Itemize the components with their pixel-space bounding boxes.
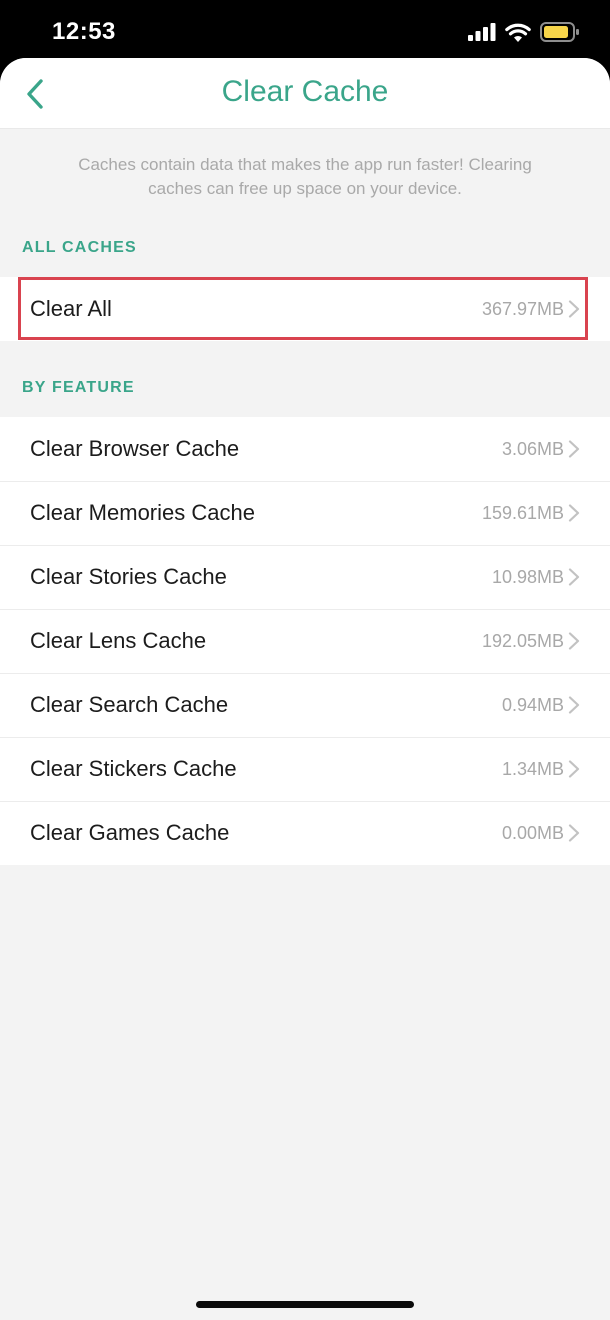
row-size: 10.98MB [491, 566, 564, 587]
row-label: Clear All [30, 296, 112, 321]
clear-games-cache-row[interactable]: Clear Games Cache 0.00MB [0, 801, 610, 865]
home-indicator [196, 1301, 414, 1308]
row-label: Clear Stickers Cache [30, 756, 237, 781]
chevron-right-icon [568, 504, 580, 522]
chevron-right-icon [568, 440, 580, 458]
clear-memories-cache-row[interactable]: Clear Memories Cache 159.61MB [0, 481, 610, 545]
row-label: Clear Games Cache [30, 820, 230, 845]
page-title: Clear Cache [221, 75, 389, 108]
nav-bar: Clear Cache [0, 58, 610, 129]
clear-stories-cache-row[interactable]: Clear Stories Cache 10.98MB [0, 545, 610, 609]
cellular-signal-icon [468, 23, 496, 41]
row-label: Clear Stories Cache [30, 564, 227, 589]
status-icons [468, 22, 580, 42]
chevron-right-icon [568, 300, 580, 318]
all-caches-list: Clear All 367.97MB [0, 277, 610, 341]
status-bar: 12:53 [0, 0, 610, 60]
description-text: Caches contain data that makes the app r… [78, 155, 532, 198]
row-size: 0.00MB [501, 822, 564, 843]
chevron-right-icon [568, 760, 580, 778]
row-size: 3.06MB [501, 438, 564, 459]
chevron-right-icon [568, 632, 580, 650]
row-label: Clear Memories Cache [30, 500, 255, 525]
row-size: 1.34MB [501, 758, 564, 779]
clear-stickers-cache-row[interactable]: Clear Stickers Cache 1.34MB [0, 737, 610, 801]
section-header-by-feature: BY FEATURE [22, 379, 135, 396]
row-label: Clear Lens Cache [30, 628, 207, 653]
chevron-right-icon [568, 824, 580, 842]
clear-search-cache-row[interactable]: Clear Search Cache 0.94MB [0, 673, 610, 737]
row-label: Clear Search Cache [30, 692, 229, 717]
chevron-right-icon [568, 568, 580, 586]
clear-all-row[interactable]: Clear All 367.97MB [0, 277, 610, 341]
chevron-right-icon [568, 696, 580, 714]
row-size: 192.05MB [481, 630, 564, 651]
row-label: Clear Browser Cache [30, 436, 240, 461]
clear-lens-cache-row[interactable]: Clear Lens Cache 192.05MB [0, 609, 610, 673]
section-header-all-caches: ALL CACHES [22, 239, 137, 256]
battery-icon [540, 22, 579, 42]
row-size: 159.61MB [481, 502, 564, 523]
clear-cache-screen: Clear Cache Caches contain data that mak… [0, 58, 610, 1320]
clear-browser-cache-row[interactable]: Clear Browser Cache 3.06MB [0, 417, 610, 481]
row-size: 0.94MB [501, 694, 564, 715]
status-time: 12:53 [52, 18, 116, 45]
wifi-icon [505, 23, 531, 42]
row-size: 367.97MB [481, 298, 564, 319]
by-feature-list: Clear Browser Cache 3.06MB Clear Memorie… [0, 417, 610, 865]
